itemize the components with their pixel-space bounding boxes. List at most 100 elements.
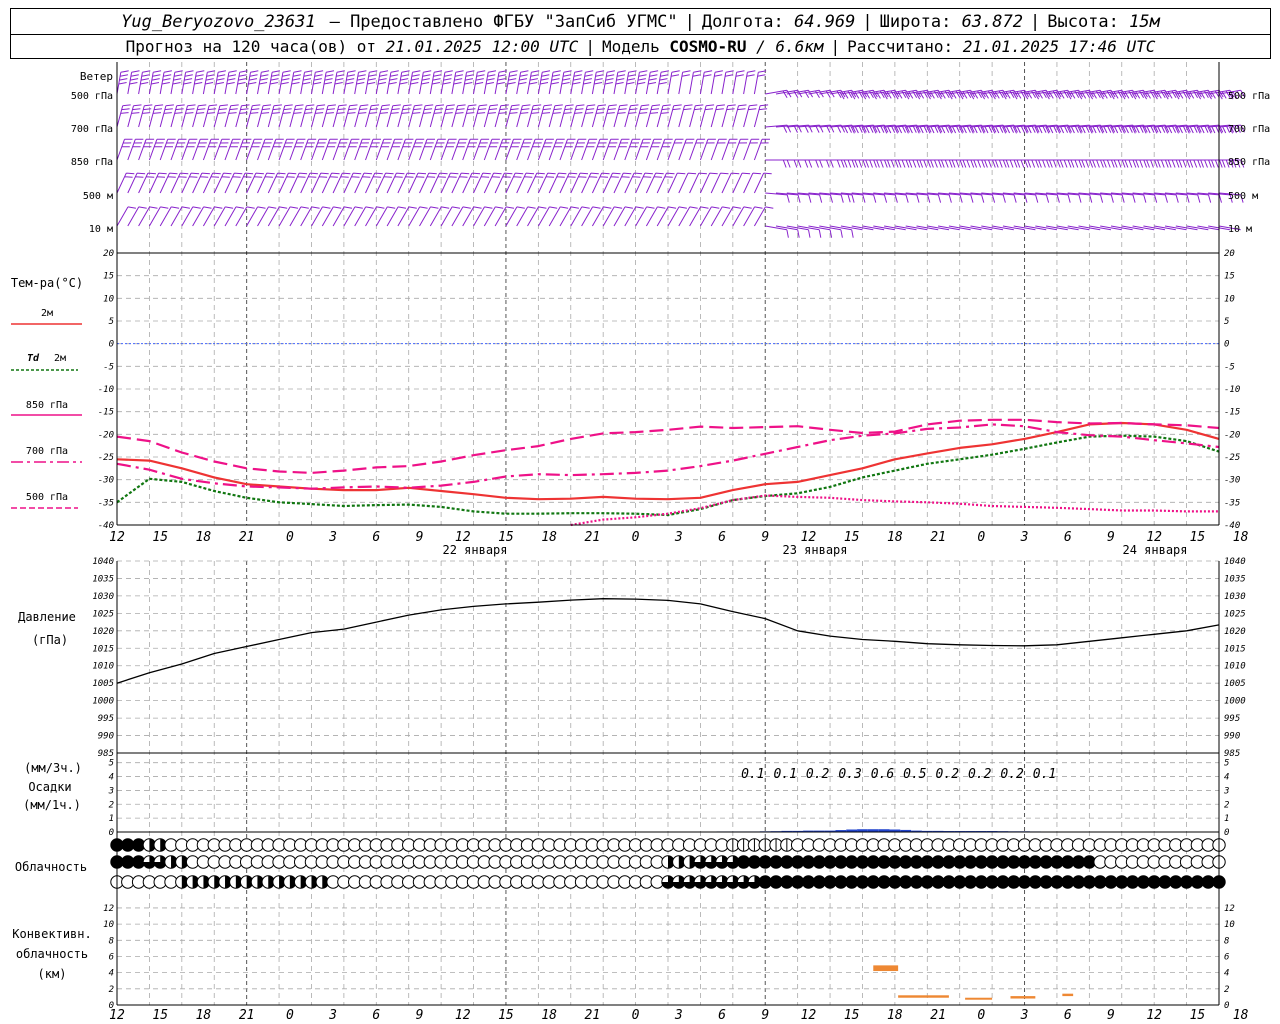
wind-barb [678, 70, 691, 95]
wind-barb [473, 138, 490, 161]
wind-barb [710, 70, 723, 95]
wind-barb [570, 138, 587, 161]
x-tick-label: 18 [1233, 1008, 1249, 1023]
wind-level-500hpa: 500 гПа [71, 91, 113, 102]
wind-barb [1197, 225, 1220, 231]
wind-barb [483, 138, 500, 161]
precip-tick-left: 0 [109, 828, 114, 838]
precip-3h-label: 0.1 [773, 767, 796, 782]
x-tick-label: 15 [498, 1008, 514, 1023]
pressure-unit: (гПа) [32, 633, 68, 647]
wind-barb [559, 172, 578, 194]
x-tick-label: 21 [585, 530, 601, 545]
wind-barb [635, 138, 652, 161]
wind-barb [202, 172, 221, 194]
wind-barb [710, 172, 729, 194]
wind-barb [257, 138, 274, 161]
press-tick-left: 1025 [92, 609, 114, 619]
wind-barb [537, 70, 551, 95]
wind-barb [429, 172, 448, 194]
x-tick-label: 18 [887, 530, 903, 545]
wind-barb [408, 172, 427, 194]
wind-barb [494, 172, 513, 194]
wind-level-500m-right: 500 м [1228, 191, 1258, 202]
wind-barb [148, 172, 167, 194]
wind-barb [656, 138, 673, 161]
press-tick-left: 1035 [92, 574, 114, 584]
wind-barb [354, 138, 371, 161]
wind-barb [678, 138, 695, 161]
wind-barb [138, 70, 151, 95]
precip-tick-right: 4 [1224, 773, 1229, 783]
wind-barb [170, 138, 187, 161]
wind-barb [257, 70, 270, 95]
wind-barb [408, 70, 421, 95]
wind-barb [365, 172, 383, 194]
wind-level-850hpa: 850 гПа [71, 157, 113, 168]
wind-barb [992, 225, 1014, 231]
wind-barb [873, 225, 895, 231]
wind-barb [235, 70, 248, 95]
wind-barb [440, 138, 457, 161]
conv-tick-left: 10 [103, 920, 114, 930]
x-tick-label: 6 [718, 1008, 726, 1023]
precip-tick-right: 0 [1224, 828, 1229, 838]
wind-barb [386, 172, 405, 194]
cloud-cover-layer [110, 838, 1226, 889]
temp-tick-right: 0 [1224, 340, 1229, 350]
wind-barb [138, 172, 156, 194]
wind-barb [483, 70, 497, 95]
wind-barb [645, 138, 662, 161]
wind-barb [645, 70, 659, 95]
x-tick-label: 6 [1064, 530, 1072, 545]
precip-tick-left: 3 [108, 786, 114, 796]
precip-3h-label: 0.6 [871, 767, 895, 782]
temp-tick-left: -30 [98, 476, 114, 486]
wind-barb [332, 70, 345, 95]
wind-barb [343, 70, 356, 95]
wind-barb [224, 138, 241, 161]
press-tick-right: 1000 [1224, 697, 1246, 707]
conv-unit: (км) [38, 967, 67, 981]
wind-barb [159, 70, 172, 95]
temp-tick-left: 10 [103, 294, 114, 304]
wind-barb [213, 70, 226, 95]
wind-barb [311, 172, 329, 194]
wind-barb [1002, 225, 1025, 231]
wind-barb [462, 172, 481, 194]
wind-barb [246, 172, 264, 194]
wind-barb [462, 138, 479, 161]
wind-barb [408, 138, 425, 161]
wind-barb [656, 70, 669, 95]
meteogram: 0.1 0.1 0.2 0.3 0.6 0.5 0.2 0.2 0.2 0.1 20 2015 151… [11, 62, 1270, 1023]
conv-cloud-bar [965, 997, 993, 1000]
x-tick-label: 15 [1190, 530, 1206, 545]
press-tick-left: 1005 [92, 679, 114, 689]
temp-tick-left: 0 [109, 340, 114, 350]
wind-level-500m: 500 м [83, 191, 113, 202]
wind-barb [429, 70, 443, 95]
wind-barb [613, 172, 632, 194]
wind-barb [602, 70, 615, 95]
wind-barb [570, 172, 589, 194]
press-tick-right: 990 [1224, 732, 1240, 742]
legend-td-2m-label: 2м [54, 353, 66, 364]
wind-barb [1100, 225, 1122, 231]
wind-barb [159, 138, 176, 161]
temp-tick-right: 20 [1224, 249, 1235, 259]
wind-barb [235, 172, 254, 194]
wind-barb [753, 70, 767, 95]
x-tick-label: 3 [328, 1008, 337, 1023]
x-tick-label: 12 [109, 1008, 125, 1023]
conv-tick-left: 2 [109, 985, 114, 995]
wind-barb [192, 138, 209, 161]
press-tick-left: 995 [98, 714, 114, 724]
wind-barb [970, 225, 993, 231]
press-tick-right: 1010 [1224, 662, 1246, 672]
wind-barb [559, 70, 572, 95]
temp-tick-left: -15 [98, 408, 114, 418]
wind-barb [516, 70, 529, 95]
wind-barb [397, 172, 416, 194]
x-tick-label: 9 [1107, 530, 1115, 545]
wind-barb [581, 172, 599, 194]
